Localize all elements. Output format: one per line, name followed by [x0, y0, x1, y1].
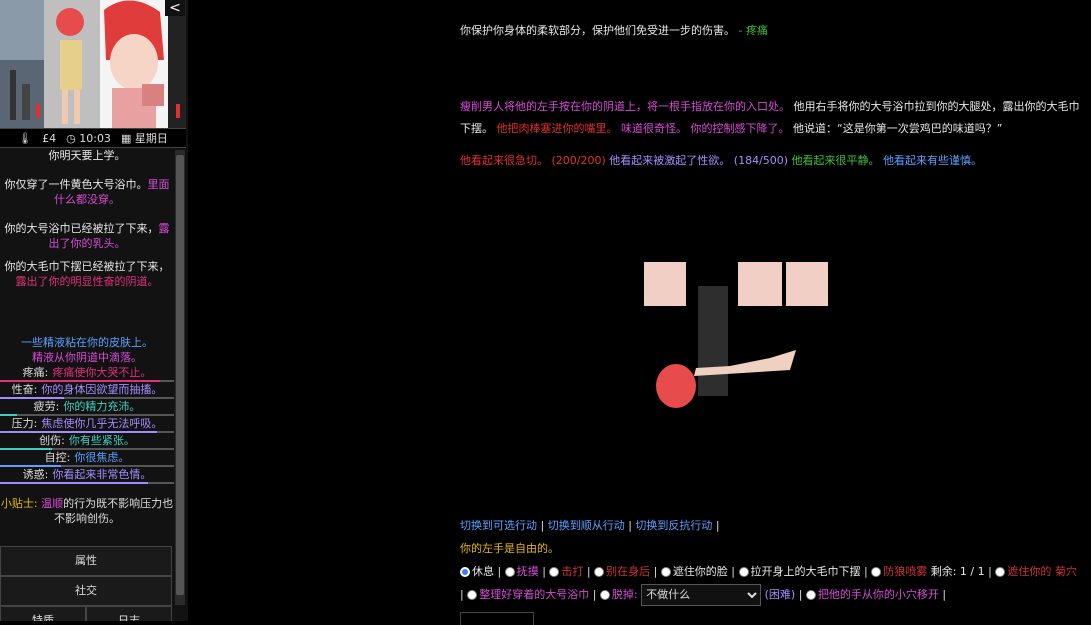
sidebar: < 🌡 £4 ◷ 10:03 ▦ 星期日 你明天要上学。 你仅穿了一件黄色大号浴…: [0, 0, 188, 621]
remove-select[interactable]: 不做什么: [641, 583, 762, 606]
defense-line: 你保护你身体的柔软部分，保护他们免受进一步的伤害。 - 疼痛: [460, 20, 1080, 42]
next-button[interactable]: [460, 612, 534, 625]
stat-stress: 压力: 焦虑使你几乎无法呼吸。: [0, 416, 174, 433]
tip-box: 小贴士: 温顺的行为既不影响压力也不影响创伤。: [0, 496, 174, 526]
remaining-count: 剩余: 1 / 1: [930, 565, 985, 578]
option-remove[interactable]: 脱掉:: [612, 588, 638, 601]
stat-control: 自控: 你很焦虑。: [0, 450, 174, 467]
option-behind[interactable]: 别在身后: [606, 565, 650, 578]
radio-cover[interactable]: [995, 567, 1006, 577]
free-hand-notice: 你的左手是自由的。: [460, 542, 559, 555]
clock-display: ◷ 10:03: [66, 132, 111, 145]
clothing-notice: 你仅穿了一件黄色大号浴巾。里面什么都没穿。: [0, 177, 174, 207]
message-text: 一些精液粘在你的皮肤上。: [21, 336, 153, 349]
option-pull-towel[interactable]: 拉开身上的大毛巾下摆: [751, 565, 861, 578]
npc-status-line: 他看起来很急切。 (200/200) 他看起来被激起了性欲。 (184/500)…: [460, 150, 1080, 172]
event-paragraph: 瘦削男人将他的左手按在你的阴道上，将一根手指放在你的入口处。 他用右手将你的大号…: [460, 96, 1080, 140]
tip-highlight: 温顺: [41, 497, 64, 510]
message-text: 你仅穿了一件黄色大号浴巾。: [4, 178, 148, 191]
social-button[interactable]: 社交: [0, 576, 172, 606]
event-text-c: 他把肉棒塞进你的嘴里。: [496, 122, 618, 135]
stat-pain: 疼痛: 疼痛使你大哭不止。: [0, 365, 174, 382]
fluid-notice-2: 精液从你阴道中滴落。: [0, 350, 174, 365]
money-display: £4: [42, 131, 57, 145]
time-value: 10:03: [79, 131, 111, 145]
journal-button[interactable]: 日志: [86, 606, 172, 621]
option-tidy-towel[interactable]: 整理好穿着的大号浴巾: [479, 588, 589, 601]
radio-behind[interactable]: [594, 567, 605, 577]
radio-rest[interactable]: [460, 567, 470, 577]
sidebar-button-row: 特质 日志: [0, 606, 172, 621]
radio-strike[interactable]: [549, 567, 560, 577]
tip-label: 小贴士:: [0, 497, 38, 510]
difficulty-label: (困难): [764, 588, 796, 601]
radio-pull-towel[interactable]: [738, 567, 749, 577]
tip-text: 的行为既不影响压力也不影响创伤。: [54, 497, 174, 525]
message-text: 你明天要上学。: [48, 149, 126, 162]
fluid-notice: 一些精液粘在你的皮肤上。: [0, 335, 174, 350]
sidebar-buttons: 属性 社交 特质 日志: [0, 546, 172, 621]
radio-caress[interactable]: [504, 567, 515, 577]
npc-status-f: 他看起来有些谨慎。: [883, 154, 983, 167]
option-strike[interactable]: 击打: [561, 565, 583, 578]
npc-status-c: 他看起来被激起了性欲。: [609, 154, 731, 167]
mode-link-defiant[interactable]: 切换到反抗行动: [635, 519, 712, 532]
weekday-display: ▦ 星期日: [121, 130, 168, 146]
radio-tidy-towel[interactable]: [467, 590, 478, 600]
option-move-hand[interactable]: 把他的手从你的小穴移开: [818, 588, 939, 601]
stat-fatigue: 疲劳: 你的精力充沛。: [0, 399, 174, 416]
stat-trauma: 创伤: 你有些紧张。: [0, 433, 174, 450]
scene-sprite: [640, 258, 840, 418]
event-text-e: 你的控制感下降了。: [690, 122, 790, 135]
radio-move-hand[interactable]: [805, 590, 816, 600]
radio-pepper-spray[interactable]: [871, 567, 882, 577]
weekday-value: 星期日: [134, 132, 168, 145]
calendar-icon: ▦: [120, 132, 132, 145]
traits-button[interactable]: 特质: [0, 606, 86, 621]
option-pepper-spray[interactable]: 防狼喷雾: [883, 565, 927, 578]
npc-status-d: (184/500): [733, 154, 789, 167]
mode-link-submissive[interactable]: 切换到顺从行动: [548, 519, 625, 532]
npc-status-e: 他看起来很平静。: [791, 154, 880, 167]
option-rest[interactable]: 休息: [472, 565, 494, 578]
action-options: 休息 | 抚摸 | 击打 | 别在身后 | 遮住你的脸 | 拉开身上的大毛巾下摆…: [460, 560, 1080, 606]
attributes-button[interactable]: 属性: [0, 546, 172, 576]
option-cover-part[interactable]: 菊穴: [1055, 565, 1077, 578]
main-text: 你保护你身体的柔软部分，保护他们免受进一步的伤害。 - 疼痛 瘦削男人将他的左手…: [460, 20, 1080, 172]
message-extra: 露出了你的明显性奋的阴道。: [15, 275, 159, 288]
exposure-notice-2: 你的大毛巾下摆已经被拉了下来， 露出了你的明显性奋的阴道。: [0, 259, 174, 289]
event-text-d: 味道很奇怪。: [621, 122, 687, 135]
stat-allure: 诱惑: 你看起来非常色情。: [0, 467, 174, 484]
radio-remove[interactable]: [599, 590, 610, 600]
option-cover[interactable]: 遮住你的: [1007, 565, 1051, 578]
character-portrait: [0, 0, 186, 128]
message-text: 你的大毛巾下摆已经被拉了下来，: [4, 260, 170, 273]
event-text-a: 瘦削男人将他的左手按在你的阴道上，将一根手指放在你的入口处。: [460, 100, 790, 113]
action-panel: 切换到可选行动 | 切换到顺从行动 | 切换到反抗行动 | 你的左手是自由的。 …: [460, 514, 1080, 606]
option-caress[interactable]: 抚摸: [517, 565, 539, 578]
stat-arousal: 性奋: 你的身体因欲望而抽搐。: [0, 382, 174, 399]
thermometer-icon: 🌡: [18, 131, 33, 145]
scrollbar-thumb[interactable]: [176, 155, 184, 595]
defense-text: 你保护你身体的柔软部分，保护他们免受进一步的伤害。: [460, 24, 735, 37]
sidebar-messages: 你明天要上学。 你仅穿了一件黄色大号浴巾。里面什么都没穿。 你的大号浴巾已经被拉…: [0, 148, 174, 526]
collapse-sidebar-button[interactable]: <: [165, 0, 185, 16]
radio-cover-face[interactable]: [660, 567, 671, 577]
exposure-notice: 你的大号浴巾已经被拉了下来，露出了你的乳头。: [0, 221, 174, 251]
clock-icon: ◷: [66, 131, 76, 145]
message-text: 你的大号浴巾已经被拉了下来，: [4, 222, 159, 235]
npc-status-b: (200/200): [551, 154, 606, 167]
status-bar: 🌡 £4 ◷ 10:03 ▦ 星期日: [0, 128, 186, 148]
mode-link-optional[interactable]: 切换到可选行动: [460, 519, 537, 532]
defense-tag: - 疼痛: [738, 24, 768, 37]
mode-links: 切换到可选行动 | 切换到顺从行动 | 切换到反抗行动 |: [460, 519, 720, 532]
option-cover-face[interactable]: 遮住你的脸: [673, 565, 728, 578]
message-text: 精液从你阴道中滴落。: [32, 351, 142, 364]
sidebar-scrollbar[interactable]: [175, 150, 185, 605]
event-text-f: 他说道：“这是你第一次尝鸡巴的味道吗？”: [793, 122, 1003, 135]
school-notice: 你明天要上学。: [0, 148, 174, 163]
npc-status-a: 他看起来很急切。: [460, 154, 548, 167]
